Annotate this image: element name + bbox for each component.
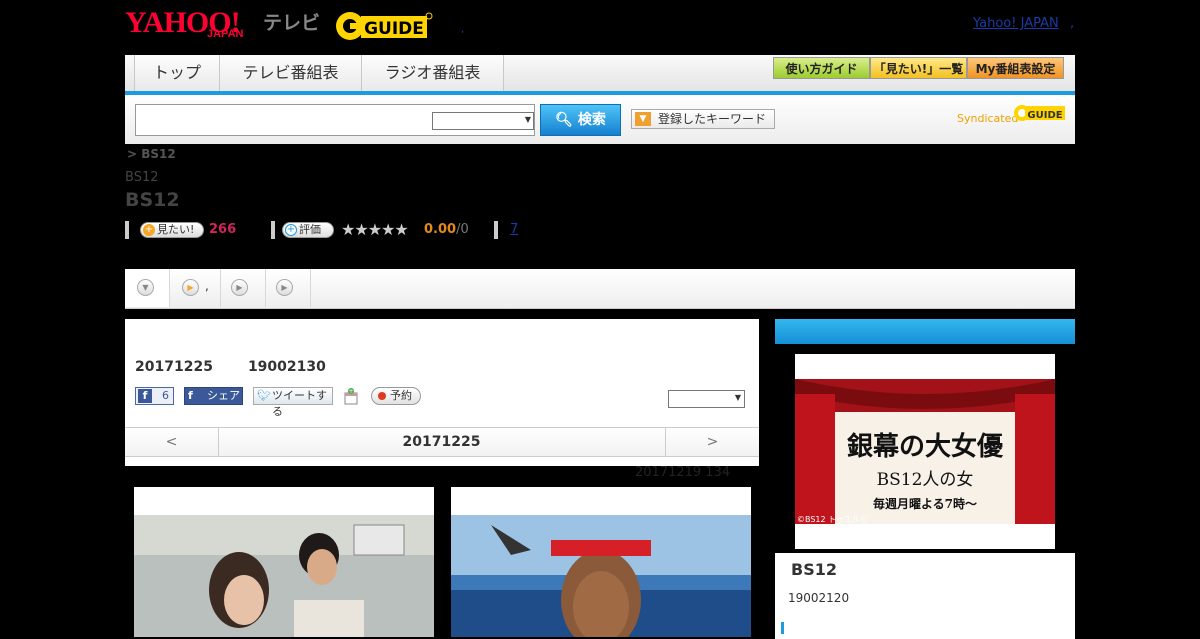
prev-day-button[interactable]: < <box>125 428 219 456</box>
rating-stars: ★★★★★ <box>341 220 409 239</box>
facebook-share-button[interactable]: f シェア <box>184 387 243 405</box>
tab-radio-schedule[interactable]: ラジオ番組表 <box>362 55 504 91</box>
side-panel-header <box>775 319 1075 344</box>
promo-banner-image: 銀幕の大女優 BS12人の女 毎週月曜よる7時〜 ©BS12 トゥエルビ <box>795 354 1055 549</box>
dropdown-icon: ▼ <box>635 112 651 126</box>
twitter-bird-icon: 🐦︎ <box>257 389 271 402</box>
side-channel-title: BS12 <box>791 560 837 579</box>
page-title: BS12 <box>125 189 180 211</box>
search-icon: 🔍︎ <box>555 112 573 128</box>
search-button[interactable]: 🔍︎ 検索 <box>540 104 621 136</box>
side-panel: 銀幕の大女優 BS12人の女 毎週月曜よる7時〜 ©BS12 トゥエルビ BS1… <box>775 319 1075 639</box>
svg-text:GUIDE: GUIDE <box>1027 110 1062 121</box>
program-photo <box>134 515 434 637</box>
gguide-logo: GUIDE <box>336 12 433 40</box>
divider <box>125 221 129 239</box>
breadcrumb: > BS12 <box>127 147 176 161</box>
search-category-select[interactable]: ▼ <box>432 112 534 130</box>
yahoo-japan-logo-sub: JAPAN <box>207 28 244 40</box>
program-datetime: 20171225 19002130 <box>135 359 326 375</box>
search-bar: ▼ 🔍︎ 検索 ▼ 登録したキーワード Syndicated GUIDE <box>125 95 1075 144</box>
divider <box>494 221 498 239</box>
plus-icon: + <box>285 224 297 236</box>
rate-button[interactable]: + 評価 <box>282 222 334 238</box>
program-thumbnail-2[interactable] <box>451 487 751 637</box>
chevron-down-icon: ▼ <box>137 279 154 296</box>
play-icon: ▶ <box>231 279 248 296</box>
plus-icon: + <box>143 224 155 236</box>
program-thumbnail-1[interactable] <box>134 487 434 637</box>
link-7[interactable]: 7 <box>510 222 518 237</box>
update-info: 20171219 134 <box>635 465 731 480</box>
my-schedule-button[interactable]: My番組表設定 <box>967 57 1064 79</box>
current-day: 20171225 <box>402 434 481 450</box>
program-main-panel: 20171225 19002130 f 6 f シェア 🐦︎ ツイートする + 予… <box>125 319 759 466</box>
rating-score: 0.00/0 <box>424 222 469 237</box>
tab-top[interactable]: トップ <box>134 55 220 91</box>
record-dot-icon <box>378 392 386 400</box>
want-count: 266 <box>209 222 237 237</box>
chevron-down-icon: ▼ <box>734 393 741 402</box>
subtab-4[interactable]: ▶ <box>266 269 311 307</box>
subtab-1[interactable]: ▼ <box>125 269 170 307</box>
next-day-button[interactable]: > <box>665 428 759 456</box>
yahoo-japan-link[interactable]: Yahoo! JAPAN <box>973 16 1059 31</box>
side-marker <box>781 622 784 634</box>
banner-credit: ©BS12 トゥエルビ <box>797 515 868 524</box>
side-banner-area: 銀幕の大女優 BS12人の女 毎週月曜よる7時〜 ©BS12 トゥエルビ <box>775 344 1075 553</box>
day-navigation: < 20171225 > <box>125 427 759 457</box>
program-photo <box>451 515 751 637</box>
want-list-button[interactable]: 「見たい!」一覧 <box>870 57 967 79</box>
syndicated-label: Syndicated <box>957 112 1019 125</box>
header-dot: , <box>461 24 465 35</box>
saved-keywords-button[interactable]: ▼ 登録したキーワード <box>631 109 775 129</box>
channel-subtitle: BS12 <box>125 170 159 185</box>
gguide-text: GUIDE <box>364 19 424 39</box>
banner-title: 銀幕の大女優 <box>847 431 1004 462</box>
want-button[interactable]: + 見たい! <box>140 222 204 238</box>
banner-subtitle: BS12人の女 <box>877 470 974 490</box>
divider <box>271 221 275 239</box>
side-program-time: 19002120 <box>788 591 850 605</box>
reserve-button[interactable]: 予約 <box>371 387 421 405</box>
tab-tv-schedule[interactable]: テレビ番組表 <box>220 55 362 91</box>
facebook-like-button[interactable]: f 6 <box>135 387 174 405</box>
guide-button[interactable]: 使い方ガイド <box>773 57 870 79</box>
tweet-button[interactable]: 🐦︎ ツイートする <box>253 387 333 418</box>
tv-label: テレビ <box>263 12 321 34</box>
play-icon: ▶ <box>182 279 199 296</box>
yahoo-tv-logo[interactable]: YAHOO! JAPAN テレビ GUIDE <box>125 6 465 44</box>
promo-banner[interactable]: 銀幕の大女優 BS12人の女 毎週月曜よる7時〜 ©BS12 トゥエルビ <box>795 354 1055 549</box>
facebook-icon: f <box>138 389 152 403</box>
global-nav: トップ テレビ番組表 ラジオ番組表 使い方ガイド 「見たい!」一覧 My番組表設… <box>125 55 1075 95</box>
header-link-sep: , <box>1070 16 1075 31</box>
facebook-icon: f <box>188 389 193 402</box>
calendar-add-icon[interactable]: + <box>343 387 359 405</box>
banner-time: 毎週月曜よる7時〜 <box>873 496 977 511</box>
chevron-down-icon: ▼ <box>524 115 531 124</box>
subtab-2[interactable]: ▶ , <box>170 269 221 307</box>
subtab-3[interactable]: ▶ <box>221 269 266 307</box>
reminder-select[interactable]: ▼ <box>668 390 745 408</box>
program-subtabs: ▼ ▶ , ▶ ▶ <box>125 269 1075 309</box>
play-icon: ▶ <box>276 279 293 296</box>
svg-text:+: + <box>348 388 353 395</box>
gguide-small-logo: GUIDE <box>1014 105 1065 121</box>
